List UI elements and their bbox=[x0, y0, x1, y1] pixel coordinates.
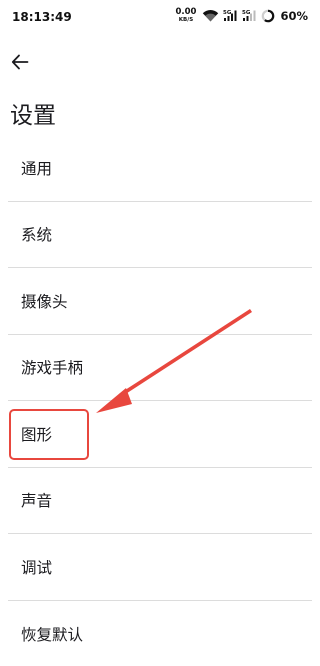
status-bar: 18:13:49 0.00 KB/S 5G 5G 60% bbox=[0, 0, 320, 34]
network-speed-value: 0.00 bbox=[175, 7, 197, 17]
svg-text:5G: 5G bbox=[223, 10, 232, 16]
page-title: 设置 bbox=[10, 103, 56, 129]
wifi-icon bbox=[202, 9, 219, 22]
svg-text:5G: 5G bbox=[242, 10, 251, 16]
settings-item-label: 通用 bbox=[21, 159, 53, 178]
settings-item-label: 恢复默认 bbox=[21, 625, 84, 644]
settings-item-label: 摄像头 bbox=[21, 292, 68, 311]
back-button[interactable] bbox=[6, 48, 34, 76]
status-icons: 0.00 KB/S 5G 5G 60% bbox=[175, 8, 308, 23]
settings-item-reset[interactable]: 恢复默认 bbox=[8, 601, 312, 666]
battery-percent: 60% bbox=[280, 8, 308, 23]
arrow-left-icon bbox=[11, 54, 29, 70]
signal-icon: 5G bbox=[223, 9, 238, 22]
network-speed: 0.00 KB/S bbox=[175, 8, 196, 23]
settings-item-label: 调试 bbox=[21, 558, 53, 577]
settings-screen: 18:13:49 0.00 KB/S 5G 5G 60% 设置 通用 系统 摄像… bbox=[0, 0, 320, 666]
battery-icon bbox=[261, 9, 275, 23]
annotation-highlight-box bbox=[9, 409, 89, 460]
network-speed-unit: KB/S bbox=[178, 16, 194, 23]
settings-item-sound[interactable]: 声音 bbox=[8, 468, 312, 534]
settings-item-label: 声音 bbox=[21, 492, 53, 511]
status-time: 18:13:49 bbox=[12, 10, 72, 24]
settings-item-label: 游戏手柄 bbox=[21, 359, 84, 378]
settings-item-label: 系统 bbox=[21, 226, 53, 245]
settings-item-gamepad[interactable]: 游戏手柄 bbox=[8, 335, 312, 401]
settings-item-debug[interactable]: 调试 bbox=[8, 534, 312, 601]
settings-list: 通用 系统 摄像头 游戏手柄 图形 声音 调试 恢复默认 bbox=[8, 135, 312, 666]
settings-item-camera[interactable]: 摄像头 bbox=[8, 268, 312, 335]
settings-item-general[interactable]: 通用 bbox=[8, 135, 312, 202]
settings-item-system[interactable]: 系统 bbox=[8, 202, 312, 268]
signal-icon-secondary: 5G bbox=[242, 9, 257, 22]
